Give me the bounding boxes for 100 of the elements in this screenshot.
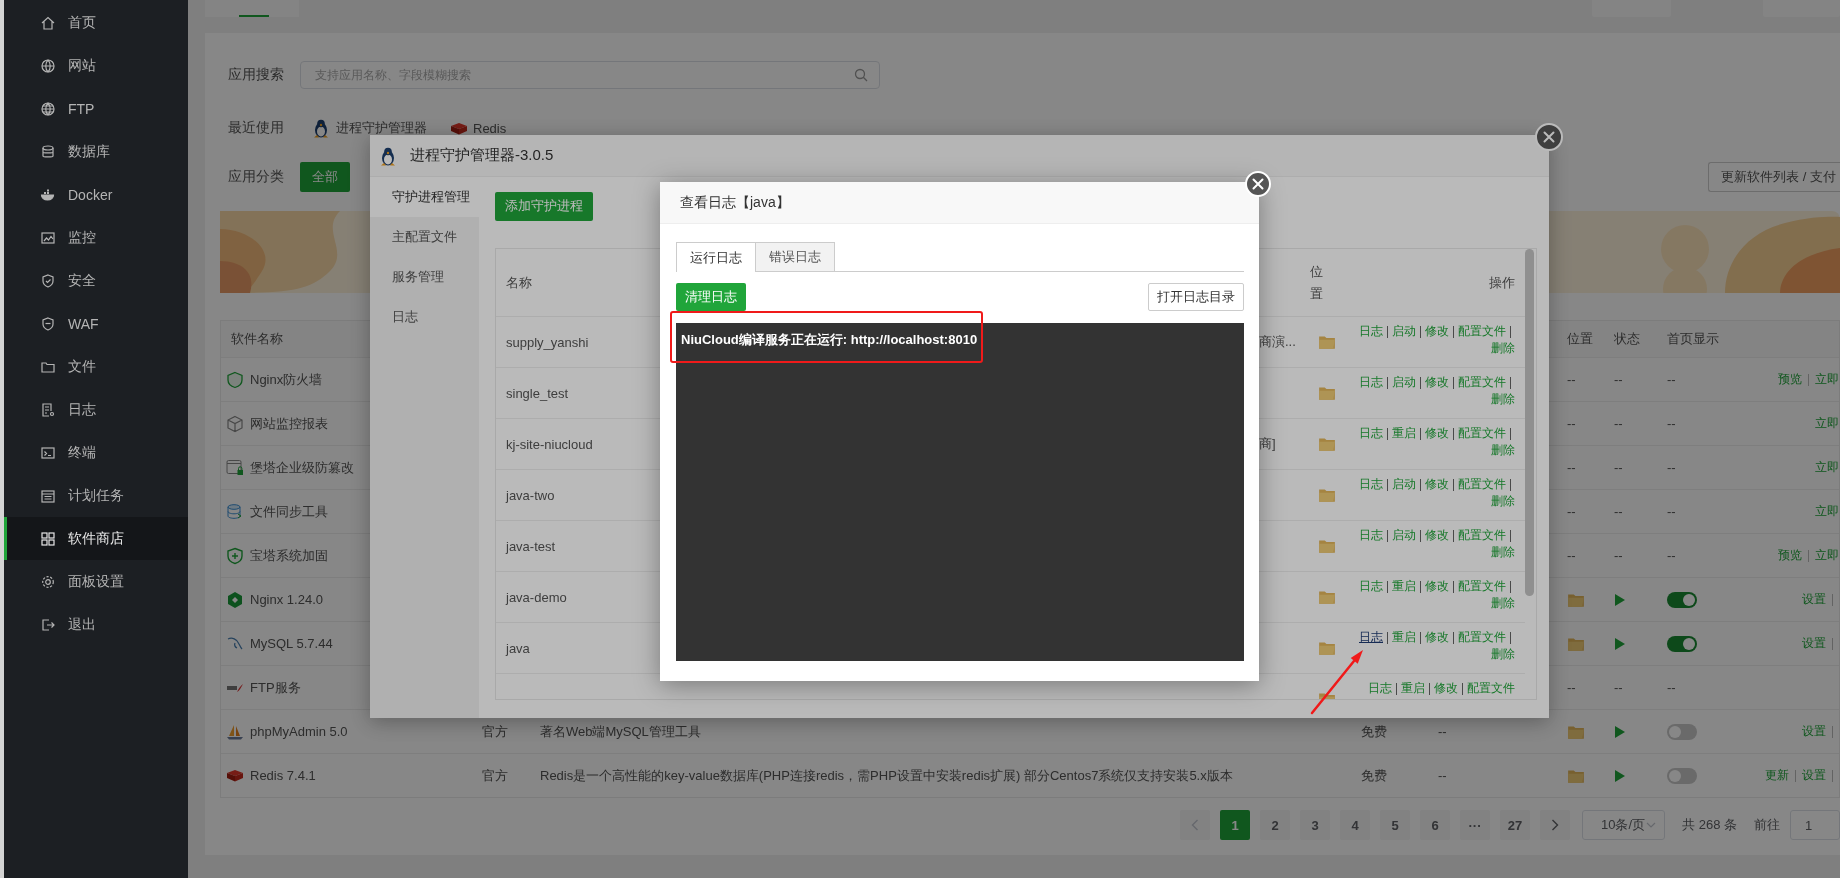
action-link[interactable]: 预览 [1778,547,1802,564]
toggle-switch[interactable] [1667,635,1697,652]
toggle-switch[interactable] [1667,591,1697,608]
action-link[interactable]: 日志 [1368,680,1392,697]
action-link[interactable]: 立即 [1815,459,1839,476]
action-link[interactable]: 重启 [1392,425,1416,442]
menu-item[interactable]: 守护进程管理 [370,177,479,217]
sidebar-item[interactable]: 监控 [4,216,188,259]
action-link[interactable]: 设置 [1802,723,1826,740]
open-log-folder-button[interactable]: 打开日志目录 [1148,283,1244,311]
sidebar-item[interactable]: WAF [4,302,188,345]
action-link[interactable]: 日志 [1359,629,1383,646]
action-link[interactable]: 启动 [1392,527,1416,544]
action-link[interactable]: 重启 [1392,578,1416,595]
page-size-dropdown[interactable]: 10条/页 [1582,810,1666,840]
action-link[interactable]: 删除 [1491,544,1515,561]
action-link[interactable]: 删除 [1491,493,1515,510]
action-link[interactable]: 日志 [1359,476,1383,493]
sidebar-item[interactable]: 网站 [4,44,188,87]
sidebar-item[interactable]: 退出 [4,603,188,646]
action-link[interactable]: 立即 [1815,415,1839,432]
sidebar-item[interactable]: 面板设置 [4,560,188,603]
page-button[interactable]: 4 [1340,810,1370,840]
sidebar-item[interactable]: 数据库 [4,130,188,173]
toggle-switch[interactable] [1667,723,1697,740]
action-link[interactable]: 修改 [1425,476,1449,493]
menu-item[interactable]: 服务管理 [370,257,479,297]
sidebar-item[interactable]: 日志 [4,388,188,431]
action-link[interactable]: 日志 [1359,425,1383,442]
action-link[interactable]: 配置文件 [1458,374,1506,391]
action-link[interactable]: 删除 [1491,391,1515,408]
action-link[interactable]: 删除 [1491,595,1515,612]
sidebar-item[interactable]: Docker [4,173,188,216]
action-link[interactable]: 删除 [1491,646,1515,663]
action-link[interactable]: 日志 [1359,323,1383,340]
action-link[interactable]: 配置文件 [1458,476,1506,493]
action-link[interactable]: 配置文件 [1458,323,1506,340]
action-link[interactable]: 删除 [1491,442,1515,459]
next-page-button[interactable] [1540,810,1570,840]
toggle-switch[interactable] [1667,767,1697,784]
action-link[interactable]: 立即 [1815,371,1839,388]
action-link[interactable]: 启动 [1392,323,1416,340]
previous-page-button[interactable] [1180,810,1210,840]
action-link[interactable]: 重启 [1401,680,1425,697]
sidebar-item[interactable]: FTP [4,87,188,130]
action-link[interactable]: 重启 [1392,629,1416,646]
action-link[interactable]: 修改 [1425,629,1449,646]
page-button[interactable]: 2 [1260,810,1290,840]
action-link[interactable]: 配置文件 [1458,578,1506,595]
page-button[interactable]: 5 [1380,810,1410,840]
recent-app[interactable]: 进程守护管理器 [311,118,427,138]
page-input[interactable]: 1 [1790,810,1840,840]
sidebar-item[interactable]: 终端 [4,431,188,474]
tab[interactable]: 运行日志 [676,242,756,272]
action-link[interactable]: 启动 [1392,374,1416,391]
page-button[interactable]: ··· [1460,810,1490,840]
action-link[interactable]: 日志 [1359,527,1383,544]
sidebar-item[interactable]: 文件 [4,345,188,388]
page-button[interactable]: 1 [1220,810,1250,840]
action-link[interactable]: 配置文件 [1458,425,1506,442]
action-link[interactable]: 立即 [1815,547,1839,564]
log-line: NiuCloud编译服务正在运行: http://localhost:8010 [681,331,979,349]
scrollbar[interactable] [1525,249,1534,596]
sidebar-item[interactable]: 首页 [4,1,188,44]
action-link[interactable]: 预览 [1778,371,1802,388]
action-link[interactable]: 修改 [1425,578,1449,595]
menu-item[interactable]: 主配置文件 [370,217,479,257]
action-link[interactable]: 配置文件 [1458,527,1506,544]
clear-log-button[interactable]: 清理日志 [676,283,746,311]
software-name: 网站监控报表 [250,414,328,433]
action-link[interactable]: 立即 [1815,503,1839,520]
action-link[interactable]: 修改 [1425,425,1449,442]
recent-app[interactable]: Redis [450,120,507,136]
page-button[interactable]: 27 [1500,810,1530,840]
action-link[interactable]: 配置文件 [1458,629,1506,646]
category-button[interactable]: 全部 [300,162,350,192]
action-link[interactable]: 设置 [1802,767,1826,784]
action-link[interactable]: 日志 [1359,374,1383,391]
action-link[interactable]: 修改 [1425,323,1449,340]
action-link[interactable]: 配置文件 [1467,680,1515,697]
action-link[interactable]: 修改 [1434,680,1458,697]
action-link[interactable]: 启动 [1392,476,1416,493]
page-button[interactable]: 6 [1420,810,1450,840]
page-button[interactable]: 3 [1300,810,1330,840]
add-button[interactable]: 添加守护进程 [495,192,593,221]
action-link[interactable]: 更新 [1765,767,1789,784]
action-link[interactable]: 日志 [1359,578,1383,595]
action-link[interactable]: 删除 [1491,340,1515,357]
process-name: java-demo [506,589,567,605]
sidebar-item[interactable]: 软件商店 [4,517,188,560]
sidebar-item[interactable]: 安全 [4,259,188,302]
tab[interactable] [205,0,300,17]
tab[interactable]: 错误日志 [755,242,835,271]
update-button[interactable]: 更新软件列表 / 支付 [1708,162,1840,192]
action-link[interactable]: 设置 [1802,635,1826,652]
action-link[interactable]: 设置 [1802,591,1826,608]
action-link[interactable]: 修改 [1425,374,1449,391]
action-link[interactable]: 修改 [1425,527,1449,544]
menu-item[interactable]: 日志 [370,297,479,337]
sidebar-item[interactable]: 计划任务 [4,474,188,517]
